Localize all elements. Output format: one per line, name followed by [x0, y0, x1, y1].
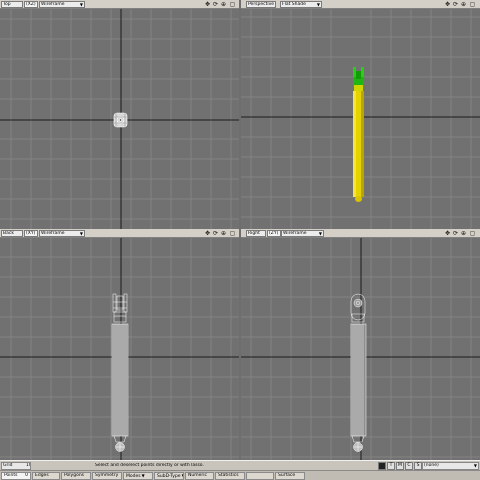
rotate-view-icon[interactable]: ⟳ — [452, 1, 459, 8]
view-type-dropdown[interactable]: Right — [246, 230, 266, 237]
render-mode-dropdown[interactable]: Wireframe ▼ — [281, 230, 324, 237]
move-view-icon[interactable]: ✥ — [444, 230, 451, 237]
axis-dropdown[interactable]: (XZ) — [24, 1, 38, 8]
points-count: 0 — [25, 473, 28, 478]
viewport-perspective-header: Perspective Flat Shade ▼ ✥ ⟳ ⊕ ▢ — [241, 0, 480, 9]
move-view-icon[interactable]: ✥ — [204, 230, 211, 237]
statistics-button[interactable]: Statistics — [215, 472, 245, 480]
polygons-mode-button[interactable]: Polygons — [61, 472, 91, 480]
view-type-dropdown[interactable]: Back — [1, 230, 23, 237]
rotate-view-icon[interactable]: ⟳ — [212, 1, 219, 8]
selection-mode-toolbar: Points 0 Edges Polygons Symmetry Modes▼ … — [0, 470, 480, 480]
zoom-view-icon[interactable]: ⊕ — [220, 230, 227, 237]
help-message: Select and deselect points directly or w… — [93, 462, 376, 470]
viewport-back[interactable]: Back (XY) Wireframe ▼ ✥ ⟳ ⊕ ▢ — [0, 229, 239, 460]
view-type-dropdown[interactable]: Top — [1, 1, 23, 8]
maximize-view-icon[interactable]: ▢ — [469, 230, 476, 237]
view-type-label: Top — [3, 2, 11, 7]
points-label: Points — [4, 473, 18, 478]
viewport-right-header: Right (ZY) Wireframe ▼ ✥ ⟳ ⊕ ▢ — [241, 229, 480, 238]
surface-dropdown-value: (none) — [424, 463, 439, 468]
viewport-right[interactable]: Right (ZY) Wireframe ▼ ✥ ⟳ ⊕ ▢ — [241, 229, 480, 460]
render-mode-label: Wireframe — [283, 231, 307, 236]
zoom-view-icon[interactable]: ⊕ — [460, 230, 467, 237]
maximize-view-icon[interactable]: ▢ — [229, 230, 236, 237]
symmetry-toggle[interactable]: Symmetry — [92, 472, 122, 480]
viewport-perspective[interactable]: Perspective Flat Shade ▼ ✥ ⟳ ⊕ ▢ — [241, 0, 480, 229]
chevron-down-icon: ▼ — [141, 473, 145, 478]
info-button[interactable] — [246, 472, 274, 480]
maximize-view-icon[interactable]: ▢ — [469, 1, 476, 8]
zoom-view-icon[interactable]: ⊕ — [460, 1, 467, 8]
edges-mode-button[interactable]: Edges — [32, 472, 60, 480]
help-message-text: Select and deselect points directly or w… — [95, 463, 204, 468]
grid-value: 10 — [26, 463, 30, 468]
rotate-view-icon[interactable]: ⟳ — [452, 230, 459, 237]
viewport-top-grid — [0, 9, 239, 229]
axis-dropdown[interactable]: (ZY) — [267, 230, 281, 237]
object-right-wireframe — [350, 293, 367, 452]
modes-dropdown[interactable]: Modes▼ — [123, 472, 153, 480]
zoom-view-icon[interactable]: ⊕ — [220, 1, 227, 8]
move-view-icon[interactable]: ✥ — [204, 1, 211, 8]
view-type-label: Back — [3, 231, 14, 236]
object-perspective-shaded — [353, 67, 364, 202]
object-back-wireframe — [111, 293, 129, 452]
view-type-dropdown[interactable]: Perspective — [246, 1, 276, 8]
numeric-button[interactable]: Numeric — [185, 472, 214, 480]
axis-label: (XY) — [26, 231, 36, 236]
grid-size-readout: Grid 10 — [1, 462, 31, 470]
grid-label: Grid — [3, 463, 13, 468]
layer-button-t[interactable]: T — [387, 462, 395, 470]
subd-type-dropdown[interactable]: SubD-Type▼ — [154, 472, 184, 480]
render-mode-dropdown[interactable]: Wireframe ▼ — [39, 230, 85, 237]
maximize-view-icon[interactable]: ▢ — [229, 1, 236, 8]
chevron-down-icon: ▼ — [182, 473, 183, 478]
viewport-top[interactable]: Top (XZ) Wireframe ▼ ✥ ⟳ ⊕ ▢ — [0, 0, 239, 229]
viewport-top-header: Top (XZ) Wireframe ▼ ✥ ⟳ ⊕ ▢ — [0, 0, 239, 9]
view-type-label: Right — [248, 231, 260, 236]
axis-dropdown[interactable]: (XY) — [24, 230, 38, 237]
layer-button-m[interactable]: M — [396, 462, 404, 470]
layer-bg-swatch[interactable] — [378, 462, 386, 470]
viewport-back-header: Back (XY) Wireframe ▼ ✥ ⟳ ⊕ ▢ — [0, 229, 239, 238]
chevron-down-icon: ▼ — [473, 463, 477, 468]
render-mode-label: Wireframe — [41, 2, 65, 7]
toolbar-blank-area — [306, 472, 479, 480]
surface-dropdown[interactable]: (none) ▼ — [422, 462, 479, 470]
axis-label: (XZ) — [26, 2, 36, 7]
viewport-back-grid — [0, 238, 239, 460]
status-bar: Grid 10 Select and deselect points direc… — [0, 460, 480, 470]
layer-button-c[interactable]: C — [405, 462, 413, 470]
render-mode-dropdown[interactable]: Flat Shade ▼ — [280, 1, 322, 8]
layer-button-s[interactable]: S — [414, 462, 422, 470]
render-mode-label: Flat Shade — [282, 2, 306, 7]
surface-button[interactable]: Surface — [275, 472, 305, 480]
object-top-wireframe — [113, 112, 128, 128]
axis-label: (ZY) — [269, 231, 279, 236]
render-mode-dropdown[interactable]: Wireframe ▼ — [39, 1, 85, 8]
view-type-label: Perspective — [248, 2, 275, 7]
move-view-icon[interactable]: ✥ — [444, 1, 451, 8]
render-mode-label: Wireframe — [41, 231, 65, 236]
viewport-perspective-grid — [241, 9, 480, 229]
rotate-view-icon[interactable]: ⟳ — [212, 230, 219, 237]
points-mode-button[interactable]: Points 0 — [1, 472, 31, 480]
viewport-right-grid — [241, 238, 480, 460]
